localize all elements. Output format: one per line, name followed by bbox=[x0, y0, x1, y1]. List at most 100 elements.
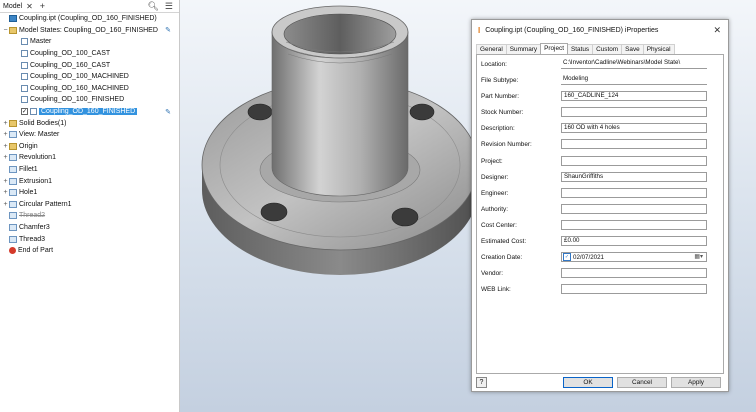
close-icon[interactable]: ✕ bbox=[26, 2, 33, 11]
calendar-dropdown-icon[interactable]: ▦▾ bbox=[694, 253, 703, 260]
help-button[interactable]: ? bbox=[476, 377, 487, 388]
tree-node-label: Coupling_OD_160_MACHINED bbox=[30, 84, 129, 92]
tree-node-label: Thread3 bbox=[19, 235, 46, 243]
file-subtype-field: Modeling bbox=[561, 75, 707, 85]
expand-toggle-icon[interactable]: + bbox=[2, 131, 9, 138]
project-row: Project: bbox=[481, 156, 707, 166]
end-of-part-icon bbox=[9, 247, 16, 255]
tree-node[interactable]: + Extrusion1 bbox=[0, 175, 179, 187]
tree-node-label: Coupling_OD_160_CAST bbox=[30, 61, 111, 69]
tree-node[interactable]: End of Part bbox=[0, 245, 179, 257]
revision-number-label: Revision Number: bbox=[481, 140, 532, 148]
stock-number-field[interactable] bbox=[561, 107, 707, 117]
tree-node[interactable]: Chamfer3 bbox=[0, 222, 179, 234]
dialog-title: Coupling.ipt (Coupling_OD_160_FINISHED) … bbox=[485, 26, 659, 34]
authority-field[interactable] bbox=[561, 204, 707, 214]
bolt-hole bbox=[247, 103, 273, 121]
model-state-icon bbox=[21, 50, 28, 58]
model-state-icon bbox=[21, 84, 28, 92]
tree-node-label: Thread2 bbox=[19, 212, 46, 220]
expand-toggle-icon[interactable]: − bbox=[2, 27, 9, 34]
web-link-field[interactable] bbox=[561, 284, 707, 294]
cost-center-field[interactable] bbox=[561, 220, 707, 230]
cost-center-row: Cost Center: bbox=[481, 220, 707, 230]
engineer-row: Engineer: bbox=[481, 188, 707, 198]
tree-node-label: View: Master bbox=[19, 131, 60, 139]
expand-toggle-icon[interactable]: + bbox=[2, 178, 9, 185]
tree-node[interactable]: Thread3 bbox=[0, 233, 179, 245]
vendor-field[interactable] bbox=[561, 268, 707, 278]
tree-node[interactable]: Coupling_OD_100_FINISHED bbox=[0, 94, 179, 106]
tree-node[interactable]: + Origin bbox=[0, 141, 179, 153]
tree-node[interactable]: − Model States: Coupling_OD_160_FINISHED ✎ bbox=[0, 25, 179, 37]
web-link-label: WEB Link: bbox=[481, 285, 511, 293]
coupling-bore bbox=[283, 13, 397, 55]
expand-toggle-icon[interactable]: + bbox=[2, 201, 9, 208]
folder-icon bbox=[9, 26, 17, 34]
model-tab[interactable]: Model ✕ + bbox=[3, 1, 45, 11]
tree-node-label: Coupling_OD_100_MACHINED bbox=[30, 73, 129, 81]
view-icon bbox=[9, 131, 17, 139]
tree-node[interactable]: Coupling_OD_100_CAST bbox=[0, 48, 179, 60]
tree-node[interactable]: Master bbox=[0, 36, 179, 48]
file-subtype-label: File Subtype: bbox=[481, 76, 519, 84]
tree-node[interactable]: + Circular Pattern1 bbox=[0, 199, 179, 211]
cancel-button[interactable]: Cancel bbox=[617, 377, 667, 388]
edit-pencil-icon[interactable]: ✎ bbox=[165, 108, 171, 116]
search-icon[interactable]: 🔍︎ bbox=[147, 1, 158, 12]
project-field[interactable] bbox=[561, 156, 707, 166]
estimated-cost-row: Estimated Cost: £0.00 bbox=[481, 236, 707, 246]
revision-number-row: Revision Number: bbox=[481, 139, 707, 149]
designer-field[interactable]: ShaunGriffiths bbox=[561, 172, 707, 182]
creation-date-row: Creation Date: ✓ 02/07/2021 ▦▾ bbox=[481, 252, 707, 262]
tree-node[interactable]: + Revolution1 bbox=[0, 152, 179, 164]
expand-toggle-icon[interactable]: + bbox=[2, 120, 9, 127]
expand-toggle-icon[interactable]: + bbox=[2, 189, 9, 196]
model-state-icon bbox=[30, 108, 37, 116]
add-tab-icon[interactable]: + bbox=[40, 1, 45, 11]
apply-button[interactable]: Apply bbox=[671, 377, 721, 388]
date-enable-checkbox[interactable]: ✓ bbox=[563, 253, 571, 261]
creation-date-picker[interactable]: ✓ 02/07/2021 ▦▾ bbox=[561, 252, 707, 262]
tree-node-label: Revolution1 bbox=[19, 154, 56, 162]
tree-node[interactable]: + View: Master bbox=[0, 129, 179, 141]
expand-toggle-icon[interactable]: + bbox=[2, 154, 9, 161]
menu-icon[interactable]: ☰ bbox=[165, 1, 173, 12]
stock-number-row: Stock Number: bbox=[481, 107, 707, 117]
tree-node[interactable]: Coupling_OD_100_MACHINED bbox=[0, 71, 179, 83]
authority-row: Authority: bbox=[481, 204, 707, 214]
part-number-field[interactable]: 160_CADLINE_124 bbox=[561, 91, 707, 101]
tree-node-label: Master bbox=[30, 38, 52, 46]
iproperties-dialog: I Coupling.ipt (Coupling_OD_160_FINISHED… bbox=[471, 19, 729, 392]
ok-button[interactable]: OK bbox=[563, 377, 613, 388]
model-state-icon bbox=[21, 96, 28, 104]
location-label: Location: bbox=[481, 60, 507, 68]
engineer-field[interactable] bbox=[561, 188, 707, 198]
description-field[interactable]: 160 OD with 4 holes bbox=[561, 123, 707, 133]
tree-node[interactable]: Coupling_OD_160_CAST bbox=[0, 59, 179, 71]
tree-node[interactable]: Coupling_OD_160_MACHINED bbox=[0, 83, 179, 95]
expand-toggle-icon[interactable]: + bbox=[2, 143, 9, 150]
revolve-icon bbox=[9, 154, 17, 162]
dialog-title-bar[interactable]: I Coupling.ipt (Coupling_OD_160_FINISHED… bbox=[472, 20, 728, 40]
estimated-cost-label: Estimated Cost: bbox=[481, 237, 527, 245]
part-number-row: Part Number: 160_CADLINE_124 bbox=[481, 91, 707, 101]
tree-node[interactable]: ✓ Coupling_OD_160_FINISHED ✎ bbox=[0, 106, 179, 118]
tree-node-label: Model States: Coupling_OD_160_FINISHED bbox=[19, 26, 158, 34]
model-state-icon bbox=[21, 61, 28, 69]
tree-node[interactable]: + Solid Bodies(1) bbox=[0, 117, 179, 129]
model-state-icon bbox=[21, 38, 28, 46]
edit-pencil-icon[interactable]: ✎ bbox=[165, 26, 171, 34]
tree-node[interactable]: Coupling.ipt (Coupling_OD_160_FINISHED) bbox=[0, 13, 179, 25]
project-pane: Location: C:\Inventor\Cadline\Webinars\Mo… bbox=[476, 54, 724, 374]
tree-node[interactable]: Thread2 bbox=[0, 210, 179, 222]
tree-node[interactable]: + Hole1 bbox=[0, 187, 179, 199]
estimated-cost-field[interactable]: £0.00 bbox=[561, 236, 707, 246]
bolt-hole bbox=[391, 207, 419, 227]
part-number-label: Part Number: bbox=[481, 92, 520, 100]
tree-node[interactable]: Fillet1 bbox=[0, 164, 179, 176]
tree-node-label: Coupling_OD_100_CAST bbox=[30, 50, 111, 58]
close-icon[interactable]: ✕ bbox=[713, 25, 721, 36]
browser-header: Model ✕ + 🔍︎ ☰ bbox=[0, 0, 179, 13]
revision-number-field[interactable] bbox=[561, 139, 707, 149]
